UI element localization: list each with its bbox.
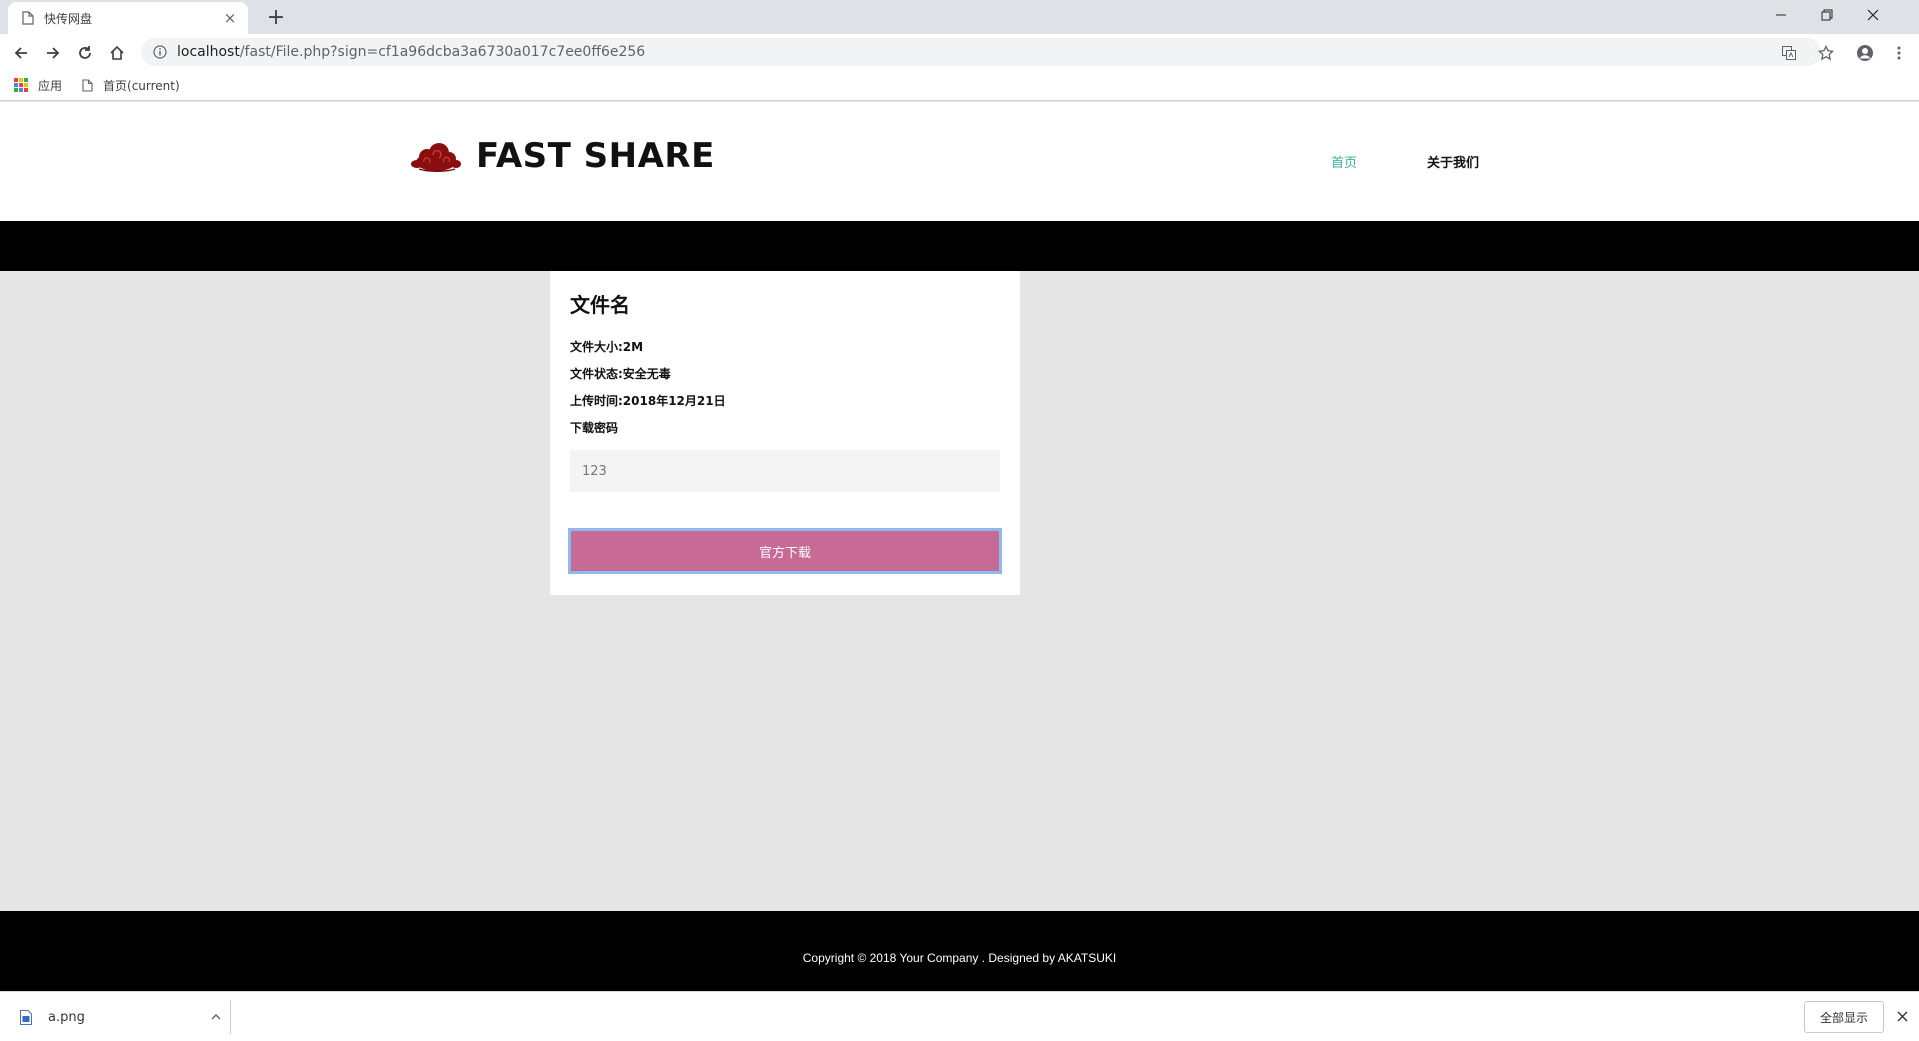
password-label: 下载密码 — [570, 421, 619, 435]
bookmark-star-icon[interactable] — [1815, 42, 1837, 64]
site-footer: Copyright © 2018 Your Company . Designed… — [0, 911, 1919, 991]
restore-icon[interactable] — [1804, 0, 1850, 30]
copyright-text: Copyright © 2018 Your Company . Designed… — [802, 951, 1117, 965]
reload-icon[interactable] — [72, 40, 98, 66]
shelf-close-icon[interactable] — [1892, 1006, 1912, 1026]
minimize-icon[interactable] — [1758, 0, 1804, 30]
file-status: 文件状态:安全无毒 — [570, 367, 671, 381]
bookmarks-bar: 应用 首页(current) — [0, 70, 1919, 101]
bookmark-apps[interactable]: 应用 — [14, 77, 62, 94]
home-icon[interactable] — [104, 40, 130, 66]
new-tab-button[interactable]: + — [262, 4, 290, 32]
upload-time: 上传时间:2018年12月21日 — [570, 394, 726, 408]
url-path: /fast/File.php?sign=cf1a96dcba3a6730a017… — [239, 44, 646, 60]
page-icon — [22, 11, 34, 25]
browser-tab[interactable]: 快传网盘 × — [8, 2, 248, 34]
official-download-button[interactable]: 官方下载 — [568, 528, 1002, 574]
download-password-input[interactable] — [570, 450, 1000, 492]
file-size: 文件大小:2M — [570, 340, 644, 354]
download-item[interactable]: a.png — [20, 1005, 230, 1029]
info-icon[interactable] — [153, 45, 167, 59]
download-file-name: a.png — [48, 1009, 85, 1025]
file-info-card: 文件名 文件大小:2M 文件状态:安全无毒 上传时间:2018年12月21日 下… — [550, 271, 1020, 595]
file-name-heading: 文件名 — [570, 293, 630, 317]
menu-dots-icon[interactable] — [1888, 42, 1910, 64]
cloud-logo-icon[interactable] — [411, 140, 461, 176]
brand-title[interactable]: FAST SHARE — [476, 136, 715, 176]
back-arrow-icon[interactable] — [8, 40, 34, 66]
page-icon — [82, 78, 93, 92]
hero-band — [0, 221, 1919, 271]
account-icon[interactable] — [1854, 42, 1876, 64]
tab-strip: 快传网盘 × + — [0, 0, 1919, 34]
apps-grid-icon — [14, 78, 28, 92]
nav-home-link[interactable]: 首页 — [1331, 152, 1357, 171]
site-header: FAST SHARE 首页 关于我们 — [0, 102, 1919, 221]
browser-toolbar: localhost/fast/File.php?sign=cf1a96dcba3… — [0, 34, 1919, 70]
url-host: localhost — [177, 44, 240, 60]
bookmark-home-label: 首页(current) — [103, 78, 180, 93]
chevron-up-icon[interactable] — [206, 1007, 226, 1027]
nav-about-link[interactable]: 关于我们 — [1427, 152, 1479, 171]
bookmark-home-current[interactable]: 首页(current) — [82, 77, 180, 94]
tab-close-icon[interactable]: × — [222, 9, 238, 27]
shelf-divider — [230, 1000, 231, 1034]
image-file-icon — [20, 1009, 32, 1025]
address-bar[interactable]: localhost/fast/File.php?sign=cf1a96dcba3… — [141, 38, 1821, 66]
window-close-icon[interactable] — [1850, 0, 1896, 30]
tab-title: 快传网盘 — [44, 11, 93, 26]
bookmark-apps-label: 应用 — [38, 78, 63, 93]
translate-icon[interactable] — [1778, 42, 1800, 64]
forward-arrow-icon[interactable] — [40, 40, 66, 66]
download-shelf: a.png 全部显示 — [0, 991, 1919, 1041]
show-all-button[interactable]: 全部显示 — [1804, 1001, 1884, 1033]
